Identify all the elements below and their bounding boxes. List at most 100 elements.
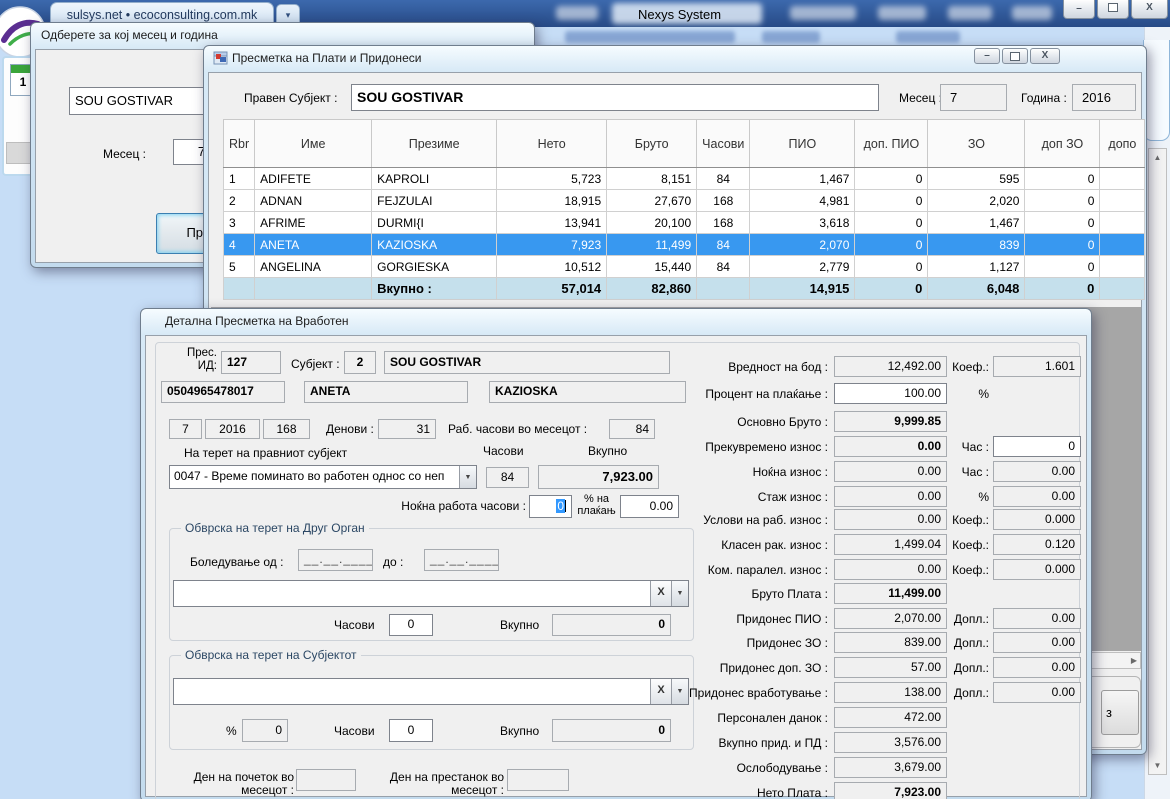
detail-field-label: Услови на раб. износ : [596,513,828,527]
detail-field-value: 472.00 [834,707,947,728]
subject-org-group-title: Обврска на терет на Субјектот [181,648,361,662]
detail-field-value: 839.00 [834,632,947,653]
year-label: Година : [1021,91,1067,105]
exit-button-fragment[interactable]: з [1101,690,1139,735]
combo-arrow-icon[interactable]: ▼ [459,466,476,488]
detail-field-label: Персонален данок : [596,711,828,725]
censored-blob [556,6,598,20]
subject-label: Правен Субјект : [244,91,337,105]
detail-subfield-label: % [935,490,989,504]
selected-text: 0 [556,499,565,513]
table-row[interactable]: 5ANGELINAGORGIESKA10,51215,440842,77901,… [224,256,1145,278]
column-header[interactable]: Бруто [607,120,697,168]
browser-tab-label: sulsys.net • ecoconsulting.com.mk [67,8,258,22]
detail-subfield-value: 0.00 [993,486,1081,507]
detail-field-label: Вкупно прид. и ПД : [596,736,828,750]
start-day-label: Ден на почеток во месецот : [182,771,294,797]
scroll-up-arrow-icon[interactable]: ▲ [1149,153,1166,162]
detail-field-value: 12,492.00 [834,356,947,377]
detail-field-value: 3,679.00 [834,757,947,778]
days-field: 31 [378,419,436,439]
column-header[interactable]: Часови [697,120,750,168]
pres-id-field: 127 [221,351,281,374]
column-header[interactable]: Име [255,120,372,168]
detail-field-value: 3,576.00 [834,732,947,753]
table-row[interactable]: 3AFRIMEDURMI{I13,94120,1001683,61801,467… [224,212,1145,234]
night-hours-input[interactable]: 0 [529,495,572,518]
main-vertical-scrollbar[interactable]: ▲ ▼ [1148,148,1167,775]
column-header[interactable]: доп. ПИО [855,120,928,168]
night-hours-label: Ноќна работа часови : [356,499,526,513]
other-org-hours-input[interactable]: 0 [389,614,433,636]
subject-org-pct-field: 0 [242,719,288,742]
payroll-table[interactable]: RbrИмеПрезимеНетоБрутоЧасовиПИОдоп. ПИОЗ… [223,119,1145,300]
detail-field-label: Придонес вработување : [596,686,828,700]
detail-field-value: 0.00 [834,509,947,530]
detail-field-value: 0.00 [834,486,947,507]
end-day-field[interactable] [507,769,569,791]
hours-column-label: Часови [483,444,524,458]
column-header[interactable]: ПИО [750,120,855,168]
scroll-down-arrow-icon[interactable]: ▼ [1149,761,1166,770]
detail-subject-label: Субјект : [291,357,340,371]
column-header[interactable]: Нето [497,120,607,168]
scroll-right-arrow-icon[interactable]: ▶ [1131,656,1137,665]
detail-subfield-label: Коеф.: [935,360,989,374]
detail-right-column: Прес. ИД: 127 Субјект : 2 SOU GOSTIVAR 0… [141,309,1091,799]
column-header[interactable]: доп ЗО [1025,120,1100,168]
first-name-field: ANETA [304,381,468,403]
chevron-down-icon: ▾ [286,10,291,20]
column-header[interactable]: ЗО [928,120,1025,168]
embg-field: 0504965478017 [161,381,285,403]
dialog-month-label: Месец : [103,147,146,161]
work-type-combo[interactable]: 0047 - Време поминато во работен однос с… [169,465,477,489]
table-row[interactable]: 1ADIFETEKAPROLI5,7238,151841,46705950 [224,168,1145,190]
subject-org-hours-label: Часови [334,724,375,738]
detail-field-label: Класен рак. износ : [596,538,828,552]
detail-subfield-value: 0.000 [993,559,1081,580]
detail-field-label: Ком. паралел. износ : [596,563,828,577]
desktop: Nexys System – X sulsys.net • ecoconsult… [0,0,1170,799]
detail-field-value[interactable]: 100.00 [834,383,947,404]
month-field[interactable]: 7 [940,84,1007,111]
start-day-field[interactable] [296,769,356,791]
detail-field-label: Основно Бруто : [596,415,828,429]
detail-subfield-value: 0.00 [993,657,1081,678]
work-type-hours-box: 84 [486,467,529,488]
minimize-button[interactable]: – [1063,0,1095,19]
column-header[interactable]: Rbr [224,120,255,168]
detail-field-label: Придонес доп. ЗО : [596,661,828,675]
detail-field-value: 57.00 [834,657,947,678]
close-button[interactable]: X [1131,0,1168,19]
work-type-value: 0047 - Време поминато во работен однос с… [170,466,459,488]
detail-field-value: 0.00 [834,461,947,482]
sick-to-label: до : [383,555,403,569]
pres-id-label: Прес. ИД: [173,347,217,373]
detail-field-label: Придонес ЗО : [596,636,828,650]
sick-to-field[interactable]: __.__.____ [424,549,499,571]
detail-field-value: 138.00 [834,682,947,703]
table-row[interactable]: 2ADNANFEJZULAI18,91527,6701684,98102,020… [224,190,1145,212]
year-field[interactable]: 2016 [1072,84,1136,111]
detail-field-label: Вредност на бод : [596,360,828,374]
censored-menu-blob [762,31,820,43]
detail-field-value: 11,499.00 [834,583,947,604]
panel-corner-fragment [1143,40,1170,141]
detail-subfield-value: 0.000 [993,509,1081,530]
column-header[interactable]: допо [1100,120,1145,168]
detail-subfield-value[interactable]: 0 [993,436,1081,457]
subject-org-hours-input[interactable]: 0 [389,719,433,742]
censored-blob [878,6,926,20]
exit-button-label: з [1106,705,1112,720]
censored-blob [948,6,992,20]
maximize-button[interactable] [1097,0,1129,19]
maximize-icon [1108,3,1118,12]
column-header[interactable]: Презиме [372,120,497,168]
work-hours-label: Раб. часови во месецот : [448,422,587,436]
table-row[interactable]: 4ANETAKAZIOSKA7,92311,499842,07008390 [224,234,1145,256]
detail-subfield-value: 0.00 [993,608,1081,629]
sick-from-field[interactable]: __.__.____ [298,549,373,571]
subject-field[interactable]: SOU GOSTIVAR [351,84,879,111]
detail-field-label: Бруто Плата : [596,587,828,601]
detail-field-value: 0.00 [834,559,947,580]
